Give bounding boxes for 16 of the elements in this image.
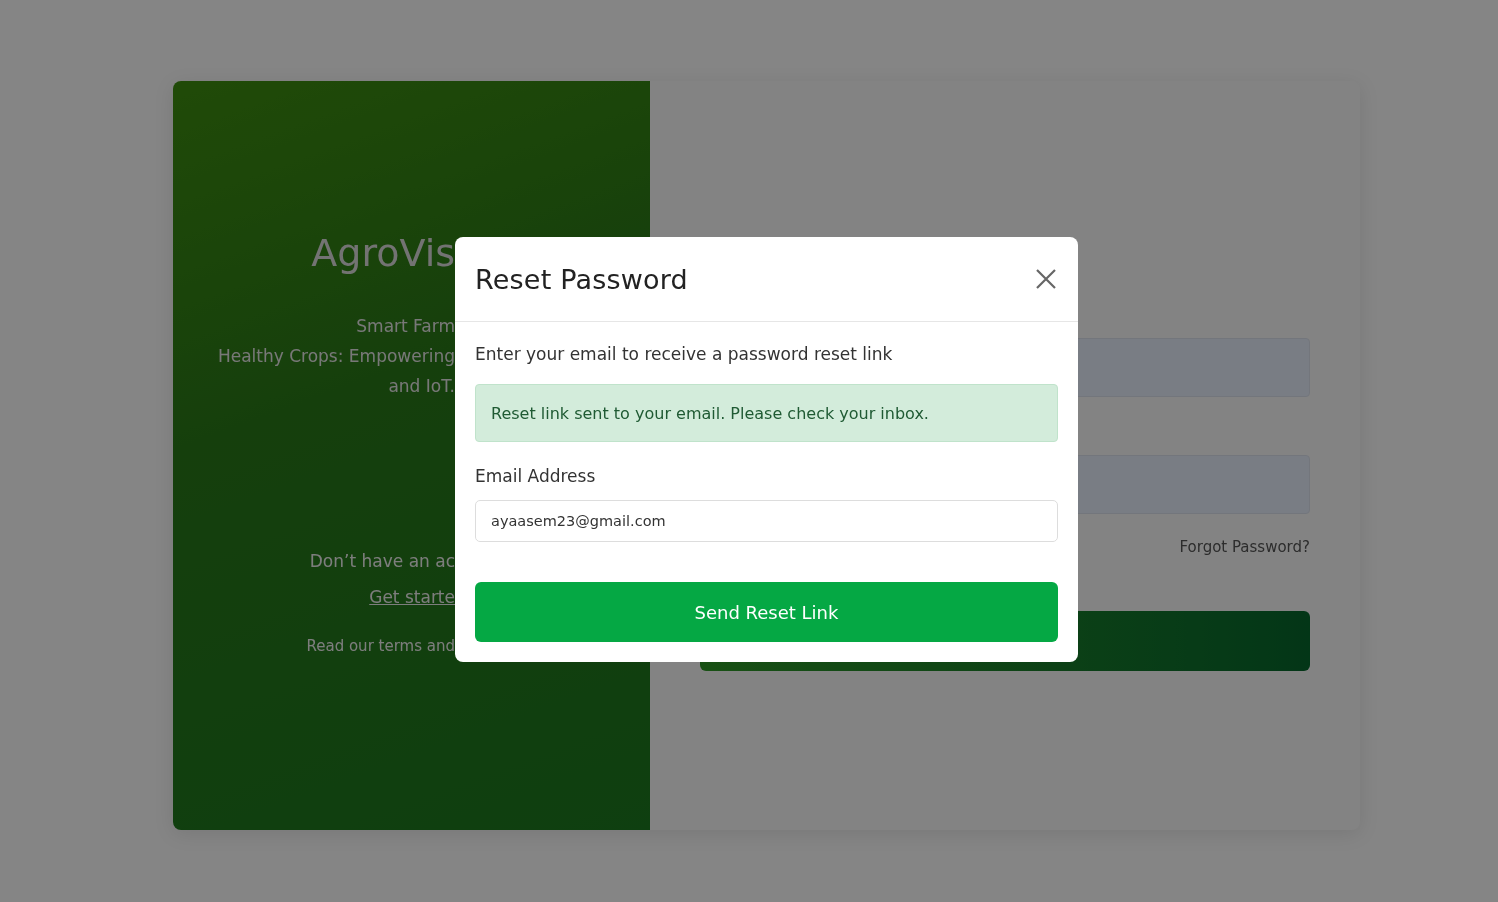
email-field[interactable]: ayaasem23@gmail.com [475,500,1058,542]
brand-title: AgroVis [311,231,455,275]
dialog-title: Reset Password [475,263,688,295]
tagline-text: Smart Farm [356,315,455,338]
email-label: Email Address [475,466,597,486]
close-icon [1034,267,1058,291]
tagline-text: Healthy Crops: Empowering [217,345,455,368]
tagline-text: and IoT. [388,375,455,398]
forgot-password-link[interactable]: Forgot Password? [1179,538,1310,556]
signup-prompt: Don’t have an ac [309,551,455,571]
terms-text: Read our terms and [306,637,455,655]
success-alert: Reset link sent to your email. Please check your inbox. [475,384,1058,442]
close-button[interactable] [1034,267,1058,291]
signup-link[interactable]: Get starte [369,587,455,607]
instruction-text: Enter your email to receive a password reset link [475,344,894,364]
send-reset-link-button[interactable]: Send Reset Link [475,582,1058,642]
